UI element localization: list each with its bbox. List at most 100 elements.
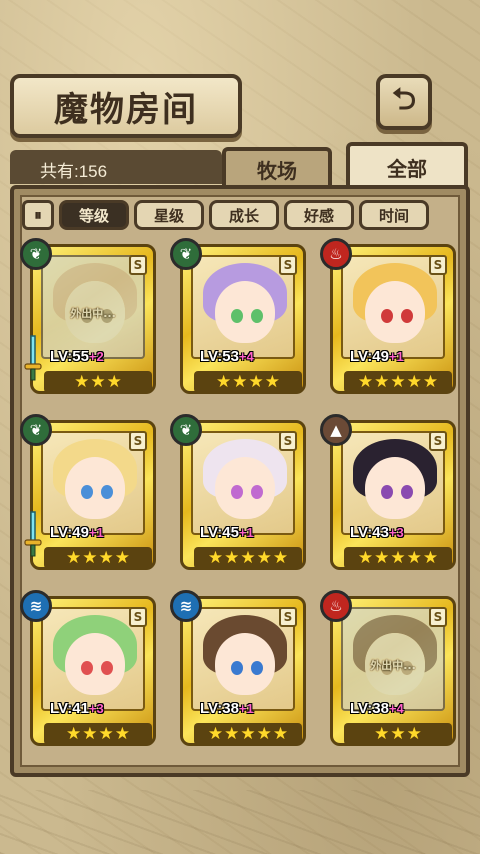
back-button[interactable]: ⮌ (376, 74, 432, 130)
star-rating: ★ ★ ★ ★ ★ (344, 547, 452, 569)
star-icon: ★ (406, 547, 422, 568)
portrait-eye (251, 661, 263, 675)
portrait-eye (101, 661, 113, 675)
portrait-eye (81, 485, 93, 499)
monster-card[interactable]: S ❦ LV:53+4 ★ ★ ★ ★ (170, 238, 310, 408)
star-icon: ★ (114, 547, 130, 568)
rank-badge: S (129, 607, 147, 627)
tab-ranch[interactable]: 牧场 (222, 147, 332, 187)
star-icon: ★ (248, 371, 264, 392)
fire-element-icon: ♨ (320, 590, 352, 622)
level-value: LV:49 (350, 348, 389, 365)
monster-card[interactable]: S ❦ LV:49+1 ★ ★ ★ ★ (20, 414, 160, 584)
star-icon: ★ (224, 547, 240, 568)
star-icon: ★ (82, 547, 98, 568)
rank-badge: S (129, 255, 147, 275)
sort-level-button[interactable]: 等级 (59, 200, 129, 230)
sort-star-label: 星级 (153, 206, 184, 225)
level-value: LV:38 (350, 700, 389, 717)
level-label: LV:38+4 (350, 700, 448, 720)
star-rating: ★ ★ ★ ★ (44, 547, 152, 569)
portrait-eye (101, 485, 113, 499)
level-label: LV:45+1 (200, 524, 298, 544)
star-rating: ★ ★ ★ ★ ★ (344, 371, 452, 393)
star-rating: ★ ★ ★ ★ ★ (194, 547, 302, 569)
portrait-eye (251, 485, 263, 499)
monster-card[interactable]: 外出中... S ♨ LV:38+4 ★ ★ ★ (320, 590, 460, 760)
star-icon: ★ (240, 547, 256, 568)
rank-badge: S (279, 431, 297, 451)
level-label: LV:43+3 (350, 524, 448, 544)
water-element-icon: ≋ (170, 590, 202, 622)
rank-badge: S (429, 255, 447, 275)
portrait-eye (401, 485, 413, 499)
pause-sort-icon: ⏸ (34, 206, 42, 224)
sort-level-label: 等级 (78, 206, 109, 225)
level-bonus: +1 (88, 525, 104, 540)
star-icon: ★ (207, 547, 224, 568)
level-bonus: +1 (388, 349, 404, 364)
star-icon: ★ (224, 723, 240, 744)
star-icon: ★ (98, 723, 114, 744)
star-icon: ★ (256, 723, 272, 744)
monster-card[interactable]: S ▲ LV:43+3 ★ ★ ★ ★ ★ (320, 414, 460, 584)
portrait-eye (231, 309, 243, 323)
portrait-eye (81, 661, 93, 675)
portrait-face (365, 457, 425, 519)
portrait-eye (401, 309, 413, 323)
sort-time-button[interactable]: 时间 (359, 200, 429, 230)
sort-star-button[interactable]: 星级 (134, 200, 204, 230)
star-icon: ★ (207, 723, 224, 744)
sort-affection-button[interactable]: 好感 (284, 200, 354, 230)
tab-all[interactable]: 全部 (346, 142, 468, 188)
portrait-eye (381, 485, 393, 499)
monster-card[interactable]: S ≋ LV:41+3 ★ ★ ★ ★ (20, 590, 160, 760)
star-icon: ★ (390, 371, 406, 392)
star-icon: ★ (216, 371, 232, 392)
rank-badge: S (279, 607, 297, 627)
portrait-face (215, 633, 275, 695)
sort-growth-label: 成长 (228, 206, 259, 225)
star-icon: ★ (422, 547, 439, 568)
star-icon: ★ (374, 547, 390, 568)
star-icon: ★ (390, 547, 406, 568)
monster-card[interactable]: S ❦ LV:45+1 ★ ★ ★ ★ ★ (170, 414, 310, 584)
sort-order-toggle[interactable]: ⏸ (22, 200, 54, 230)
water-element-icon: ≋ (20, 590, 52, 622)
monster-card[interactable]: S ♨ LV:49+1 ★ ★ ★ ★ ★ (320, 238, 460, 408)
portrait-face (215, 457, 275, 519)
monster-card[interactable]: S ≋ LV:38+1 ★ ★ ★ ★ ★ (170, 590, 310, 760)
star-icon: ★ (114, 723, 130, 744)
level-label: LV:41+3 (50, 700, 148, 720)
portrait-face (65, 633, 125, 695)
sort-affection-label: 好感 (303, 206, 334, 225)
star-icon: ★ (357, 371, 374, 392)
star-icon: ★ (272, 723, 289, 744)
star-icon: ★ (66, 547, 82, 568)
level-value: LV:55 (50, 348, 89, 365)
star-icon: ★ (406, 371, 422, 392)
star-icon: ★ (374, 723, 390, 744)
star-icon: ★ (357, 547, 374, 568)
star-icon: ★ (98, 547, 114, 568)
monster-count: 共有:156 (10, 150, 222, 184)
star-icon: ★ (422, 371, 439, 392)
rank-badge: S (129, 431, 147, 451)
star-icon: ★ (66, 723, 82, 744)
level-label: LV:38+1 (200, 700, 298, 720)
level-bonus: +2 (88, 349, 104, 364)
level-bonus: +3 (388, 525, 404, 540)
level-label: LV:49+1 (50, 524, 148, 544)
rank-badge: S (279, 255, 297, 275)
tab-all-label: 全部 (387, 156, 427, 181)
leaf-element-icon: ❦ (20, 414, 52, 446)
leaf-element-icon: ❦ (20, 238, 52, 270)
back-arrow-icon: ⮌ (391, 81, 417, 117)
leaf-element-icon: ❦ (170, 238, 202, 270)
equipped-weapon-icon (24, 335, 42, 381)
leaf-element-icon: ❦ (170, 414, 202, 446)
portrait-face (365, 281, 425, 343)
monster-card[interactable]: 外出中... S ❦ LV:55+2 ★ ★ ★ (20, 238, 160, 408)
star-icon: ★ (90, 371, 106, 392)
sort-growth-button[interactable]: 成长 (209, 200, 279, 230)
